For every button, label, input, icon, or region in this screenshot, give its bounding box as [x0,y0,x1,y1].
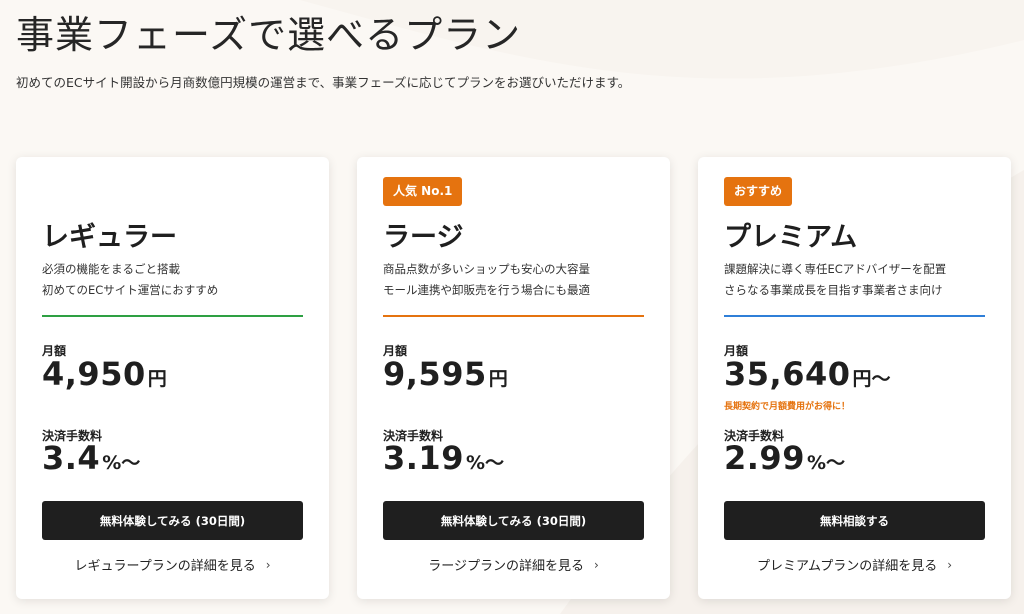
plan-name: レギュラー [42,222,177,253]
plan-name: プレミアム [724,222,858,253]
detail-link-label: レギュラープランの詳細を見る [74,559,256,574]
regular-plan-details-link[interactable]: レギュラープランの詳細を見る › [42,555,303,575]
monthly-price-unit: 円 [488,368,508,390]
fee-rate: 3.4 %〜 [42,439,140,477]
monthly-price-value: 35,640 [724,355,851,393]
plan-card-premium: おすすめ プレミアム 課題解決に導く専任ECアドバイザーを配置 さらなる事業成長… [698,157,1011,599]
fee-rate-unit: %〜 [102,452,141,474]
recommended-badge: おすすめ [724,177,793,206]
free-consultation-button[interactable]: 無料相談する [724,501,985,540]
plan-description-line: 必須の機能をまるごと搭載 [42,262,180,276]
plan-description-line: 課題解決に導く専任ECアドバイザーを配置 [724,262,947,276]
monthly-price: 35,640 円〜 [724,355,891,393]
detail-link-label: プレミアムプランの詳細を見る [756,559,938,574]
monthly-price: 9,595 円 [383,355,508,393]
page-title: 事業フェーズで選べるプラン [16,13,522,57]
monthly-price-value: 9,595 [383,355,487,393]
popular-badge: 人気 No.1 [383,177,463,206]
plan-divider-green [42,315,303,317]
plan-description-line: モール連携や卸販売を行う場合にも最適 [383,283,590,297]
monthly-price-unit: 円〜 [852,368,891,390]
fee-rate: 2.99 %〜 [724,439,845,477]
monthly-price: 4,950 円 [42,355,167,393]
chevron-right-icon: › [947,557,953,572]
plan-divider-blue [724,315,985,317]
plan-description: 課題解決に導く専任ECアドバイザーを配置 さらなる事業成長を目指す事業者さま向け [724,259,946,301]
fee-rate-unit: %〜 [806,452,845,474]
free-trial-button[interactable]: 無料体験してみる (30日間) [383,501,644,540]
chevron-right-icon: › [593,557,599,572]
plan-card-regular: レギュラー 必須の機能をまるごと搭載 初めてのECサイト運営におすすめ 月額 4… [16,157,329,599]
fee-rate-value: 3.19 [383,439,464,477]
page-subtitle: 初めてのECサイト開設から月商数億円規模の運営まで、事業フェーズに応じてプランを… [16,75,631,90]
plan-name: ラージ [383,222,464,253]
fee-rate-value: 3.4 [42,439,101,477]
plan-description-line: 商品点数が多いショップも安心の大容量 [383,262,590,276]
free-trial-button[interactable]: 無料体験してみる (30日間) [42,501,303,540]
plan-card-large: 人気 No.1 ラージ 商品点数が多いショップも安心の大容量 モール連携や卸販売… [357,157,670,599]
plan-description: 商品点数が多いショップも安心の大容量 モール連携や卸販売を行う場合にも最適 [383,259,590,301]
plan-divider-orange [383,315,644,317]
monthly-price-value: 4,950 [42,355,146,393]
fee-rate-value: 2.99 [724,439,805,477]
fee-rate: 3.19 %〜 [383,439,504,477]
plan-description-line: さらなる事業成長を目指す事業者さま向け [724,283,943,297]
chevron-right-icon: › [265,557,271,572]
plan-description: 必須の機能をまるごと搭載 初めてのECサイト運営におすすめ [42,259,218,301]
premium-plan-details-link[interactable]: プレミアムプランの詳細を見る › [724,555,985,575]
detail-link-label: ラージプランの詳細を見る [428,559,584,574]
fee-rate-unit: %〜 [465,452,504,474]
large-plan-details-link[interactable]: ラージプランの詳細を見る › [383,555,644,575]
plan-description-line: 初めてのECサイト運営におすすめ [42,283,219,297]
monthly-price-unit: 円 [147,368,167,390]
long-term-discount-note: 長期契約で月額費用がお得に！ [724,402,851,412]
